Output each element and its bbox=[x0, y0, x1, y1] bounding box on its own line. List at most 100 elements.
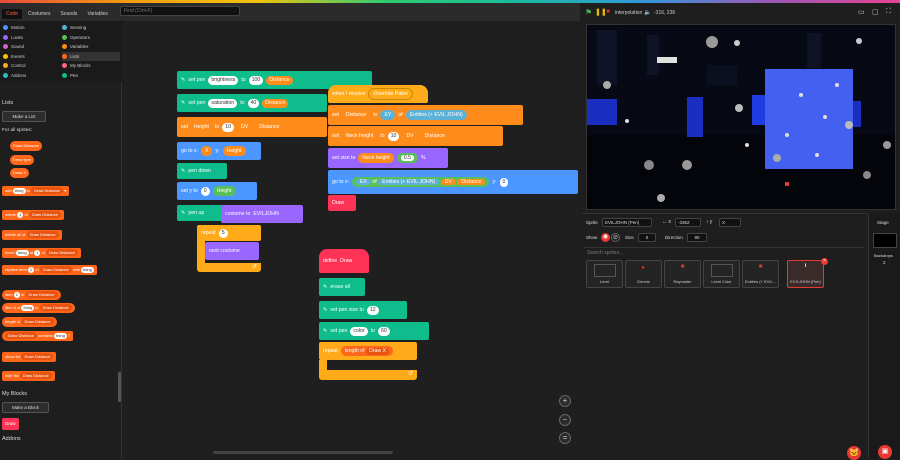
length-of-list-reporter[interactable]: length of Draw Distance bbox=[2, 317, 57, 327]
lists-heading: Lists bbox=[2, 100, 14, 106]
sprite-thumb-eviljohn-pen[interactable]: ╹ EVILJOHN (Pen) bbox=[787, 260, 824, 288]
draw-call-block[interactable]: Draw bbox=[328, 195, 356, 211]
sprite-thumb-dennis[interactable]: ▸ Dennis bbox=[625, 260, 662, 288]
stage-label: Stage bbox=[877, 220, 889, 225]
code-workspace[interactable]: ✎ set pen brightness to 100 Distance ✎ set pen… bbox=[123, 21, 580, 458]
category-events[interactable]: Events bbox=[3, 52, 58, 62]
editor-tab-bar: Code Costumes Sounds Variables bbox=[0, 3, 580, 21]
show-list-block[interactable]: show list Draw Distance bbox=[2, 352, 57, 362]
category-sensing[interactable]: Sensing bbox=[62, 23, 120, 33]
repeat-length-block[interactable]: repeat length of Draw X bbox=[319, 342, 417, 360]
erase-all-block[interactable]: ✎ erase all bbox=[319, 278, 365, 296]
addons-dot-icon bbox=[3, 72, 8, 78]
tab-code[interactable]: Code bbox=[2, 9, 22, 19]
large-stage-icon[interactable]: ▢ bbox=[872, 8, 879, 16]
set-height-block[interactable]: set Height to 10 DV Distance bbox=[177, 117, 327, 137]
size-input[interactable]: 0 bbox=[638, 233, 656, 242]
direction-input[interactable]: 90 bbox=[687, 233, 707, 242]
zoom-reset-icon[interactable]: = bbox=[559, 432, 571, 444]
tab-variables[interactable]: Variables bbox=[83, 9, 111, 19]
stage-canvas[interactable] bbox=[586, 24, 896, 210]
delete-all-block[interactable]: delete all of Draw Distance bbox=[2, 230, 62, 240]
tab-costumes[interactable]: Costumes bbox=[24, 9, 55, 19]
make-block-button[interactable]: Make a Block bbox=[2, 402, 49, 413]
hide-list-block[interactable]: hide list Draw Distance bbox=[2, 371, 55, 381]
insert-at-block[interactable]: insert thing at 1 of Draw Distance bbox=[2, 248, 82, 258]
delete-sprite-icon[interactable]: × bbox=[821, 258, 828, 265]
set-neck-height-block[interactable]: set Neck height to 10 DV Distance bbox=[328, 126, 503, 146]
palette-scrollbar[interactable] bbox=[118, 372, 121, 402]
item-of-list-reporter[interactable]: item 1 of Draw Distance bbox=[2, 290, 61, 300]
zoom-out-icon[interactable]: − bbox=[559, 414, 571, 426]
fullscreen-icon[interactable]: ⛶ bbox=[886, 8, 891, 16]
make-list-button[interactable]: Make a List bbox=[2, 111, 46, 122]
workspace-scrollbar[interactable] bbox=[213, 451, 393, 454]
set-pen-size-block[interactable]: ✎ set pen size to 12 bbox=[319, 301, 407, 319]
set-y-block[interactable]: set y to 0 Height bbox=[177, 182, 257, 200]
category-lists[interactable]: Lists bbox=[62, 51, 120, 61]
pause-icon[interactable]: ❚❚ bbox=[595, 8, 607, 16]
category-my-blocks[interactable]: My Blocks bbox=[62, 61, 120, 71]
next-costume-block[interactable]: next costume bbox=[205, 242, 259, 260]
backdrops-count: 2 bbox=[883, 260, 886, 265]
category-motion[interactable]: Motion bbox=[3, 23, 58, 33]
sprite-thumb-level-color[interactable]: Level Color bbox=[703, 260, 740, 288]
add-backdrop-icon[interactable]: ▣ bbox=[878, 445, 892, 459]
x-position-input[interactable]: -3362 bbox=[675, 218, 701, 227]
sensing-dot-icon bbox=[62, 25, 67, 31]
set-pen-saturation-block[interactable]: ✎ set pen saturation to 40 Distance bbox=[177, 94, 327, 112]
sprite-image: ▸ bbox=[641, 265, 645, 271]
replace-item-block[interactable]: replace item 1 of Draw Distance with thi… bbox=[2, 265, 97, 275]
sprite-image bbox=[593, 264, 616, 277]
add-to-list-block[interactable]: add thing to Draw Distance ▾ bbox=[2, 186, 70, 196]
sprite-name-input[interactable]: EVILJOHN (Pen) bbox=[602, 218, 652, 227]
list-reporter-draw-type[interactable]: Draw type bbox=[10, 155, 35, 165]
list-contains-boolean[interactable]: Draw Distance contains thing ? bbox=[2, 331, 74, 341]
show-hidden-icon[interactable]: ⊘ bbox=[611, 233, 620, 242]
category-looks[interactable]: Looks bbox=[3, 33, 58, 43]
speaker-icon[interactable]: 🔈 bbox=[644, 9, 651, 16]
y-position-input[interactable]: X bbox=[719, 218, 741, 227]
category-pen[interactable]: Pen bbox=[62, 71, 120, 81]
draw-custom-block[interactable]: Draw bbox=[2, 418, 19, 430]
repeat-loop-arrow-icon: ↺ bbox=[319, 370, 417, 380]
sprite-thumb-entities[interactable]: ■ Entities (+ EVIL... bbox=[742, 260, 779, 288]
stage-thumbnail[interactable] bbox=[873, 233, 897, 248]
pen-down-block[interactable]: ✎ pen down bbox=[177, 163, 227, 179]
define-draw-hat[interactable]: define Draw bbox=[319, 249, 369, 273]
stage-header: ⚑ ❚❚ ● interpolation 🔈 -316, 236 ▭ ▢ ⛶ bbox=[582, 3, 900, 21]
find-input[interactable]: Find (Ctrl+F) bbox=[120, 6, 240, 16]
switch-costume-block[interactable]: costume to EVILJOHN bbox=[221, 205, 303, 223]
repeat-block[interactable]: repeat 5 bbox=[197, 225, 261, 241]
sprite-thumb-raycaster[interactable]: ■ Raycaster bbox=[664, 260, 701, 288]
category-operators[interactable]: Operators bbox=[62, 33, 120, 43]
set-size-block[interactable]: set size to Neck height 0.5% bbox=[328, 148, 448, 168]
green-flag-icon[interactable]: ⚑ bbox=[585, 8, 592, 17]
tab-sounds[interactable]: Sounds bbox=[56, 9, 81, 19]
addons-heading: Addons bbox=[2, 436, 21, 442]
stop-icon[interactable]: ● bbox=[606, 8, 610, 15]
go-to-xy-block[interactable]: go to x: Xy: Height bbox=[177, 142, 261, 160]
category-sound[interactable]: Sound bbox=[3, 42, 58, 52]
direction-label: Direction bbox=[665, 235, 683, 240]
go-to-entity-block[interactable]: go to x: EX of Entities (+ EVIL JOHN) DV … bbox=[328, 170, 578, 194]
category-control[interactable]: Control bbox=[3, 61, 58, 71]
list-reporter-draw-x[interactable]: Draw X bbox=[10, 168, 30, 178]
myblocks-dot-icon bbox=[62, 63, 67, 69]
delete-of-list-block[interactable]: delete 1 of Draw Distance bbox=[2, 210, 64, 220]
category-variables[interactable]: Variables bbox=[62, 42, 120, 52]
show-visible-icon[interactable]: ◉ bbox=[601, 233, 610, 242]
when-i-receive-hat[interactable]: when I receive Override Pallet bbox=[328, 85, 428, 103]
category-addons[interactable]: Addons bbox=[3, 71, 58, 81]
list-reporter-draw-distance[interactable]: Draw Distance bbox=[10, 141, 43, 151]
search-sprites-input[interactable]: Search sprites... bbox=[584, 247, 864, 257]
item-number-reporter[interactable]: item # of thing in Draw Distance bbox=[2, 303, 75, 313]
set-distance-block[interactable]: set Distance to EY of Entities (+ EVIL JOHN) bbox=[328, 105, 523, 125]
stage-selector[interactable]: Stage Backdrops 2 ▣ bbox=[868, 213, 900, 459]
pen-up-block[interactable]: ✎ pen up bbox=[177, 205, 225, 221]
sprite-thumb-level[interactable]: Level bbox=[586, 260, 623, 288]
set-pen-color-block[interactable]: ✎ set pen color to 60 bbox=[319, 322, 429, 340]
small-stage-icon[interactable]: ▭ bbox=[858, 8, 865, 16]
zoom-in-icon[interactable]: + bbox=[559, 395, 571, 407]
pen-icon: ✎ bbox=[323, 284, 328, 290]
